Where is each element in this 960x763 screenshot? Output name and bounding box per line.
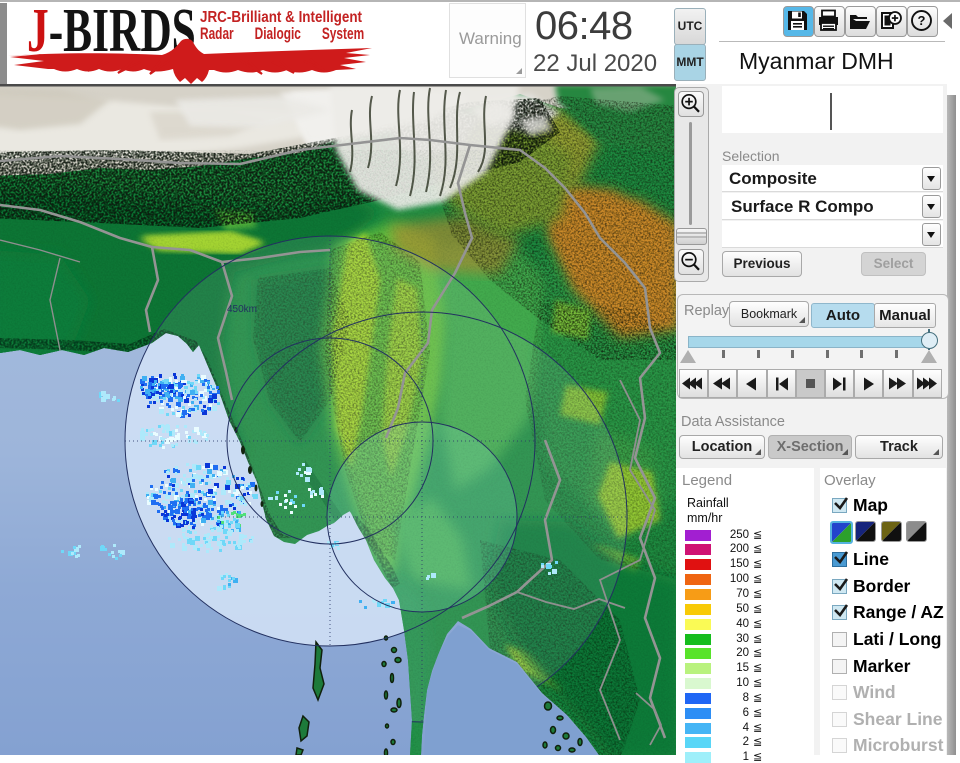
- svg-text:450km: 450km: [227, 304, 257, 315]
- svg-text:?: ?: [918, 13, 926, 28]
